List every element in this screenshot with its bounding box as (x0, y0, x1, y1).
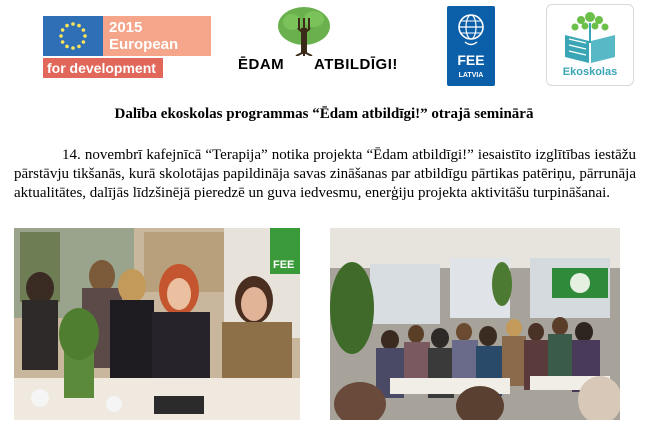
globe-icon (458, 14, 484, 46)
edam-atbildigi-logo: ĒDAM ATBILDĪGI! (232, 6, 408, 88)
tree-fork-icon (278, 7, 330, 56)
article-body: 14. novembrī kafejnīcā “Terapija” notika… (14, 147, 636, 202)
atbildigi-word: ATBILDĪGI! (314, 56, 398, 73)
logo-strip: 2015 European year for development ĒDAM … (0, 0, 648, 92)
ekoskolas-name: Ekoskolas (562, 66, 618, 78)
fee-name: FEE (457, 52, 485, 68)
fee-latvia-logo: FEE LATVIA (447, 6, 495, 86)
eu-flag-icon (43, 16, 103, 56)
fee-banner-text: FEE (273, 259, 294, 271)
edam-word: ĒDAM (238, 56, 285, 73)
seminar-photo-cafe (330, 228, 620, 420)
seminar-photo-teachers: FEE (14, 228, 300, 420)
ekoskolas-logo: Ekoskolas (546, 4, 634, 86)
eu-subtitle: for development (47, 60, 156, 76)
eu-year-logo: 2015 European year for development (43, 16, 211, 78)
book-tree-icon (565, 12, 615, 63)
article-title: Dalība ekoskolas programmas “Ēdam atbild… (114, 106, 534, 122)
fee-country: LATVIA (458, 72, 484, 79)
